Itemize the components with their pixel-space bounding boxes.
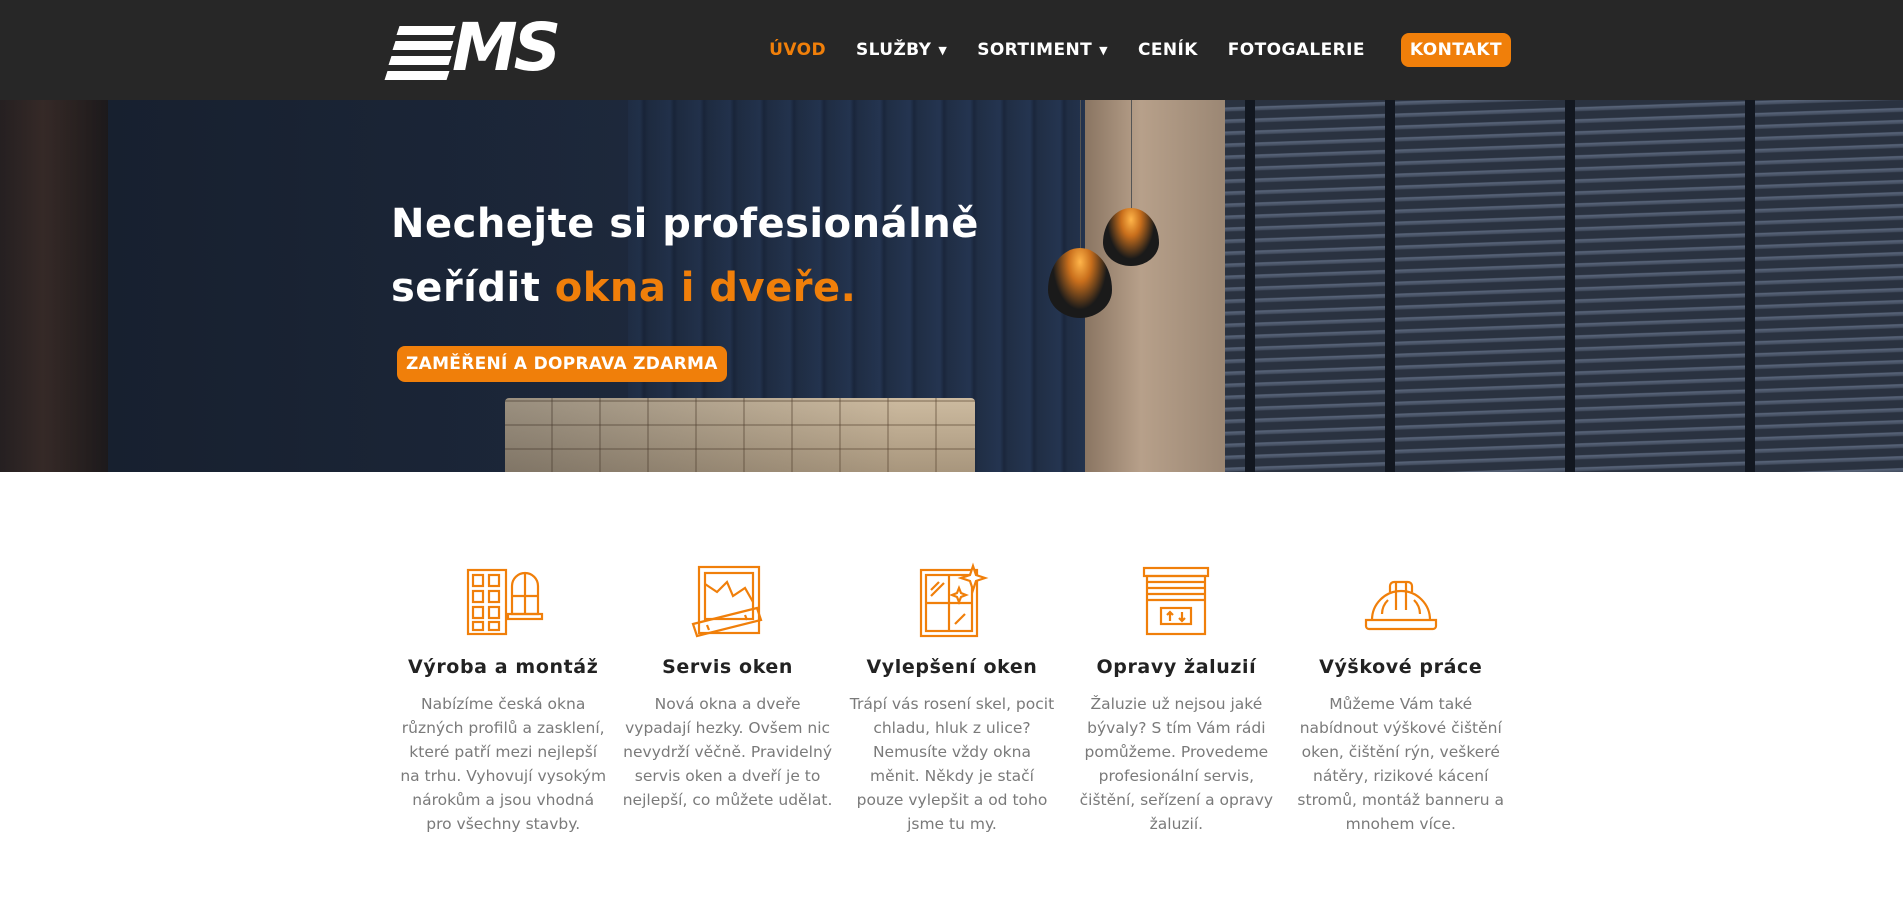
hero-heading-line1: Nechejte si profesionálně [391, 201, 979, 247]
service-card: Vylepšení oken Trápí vás rosení skel, po… [840, 562, 1064, 862]
chevron-down-icon: ▼ [1099, 43, 1108, 57]
logo-stripe [388, 56, 452, 65]
service-card: Opravy žaluzií Žaluzie už nejsou jaké bý… [1064, 562, 1288, 862]
free-measurement-button[interactable]: ZAMĚŘENÍ A DOPRAVA ZDARMA [397, 346, 727, 382]
nav-item-label: CENÍK [1137, 40, 1198, 60]
logo-text: MS [452, 9, 561, 86]
service-card: Výroba a montáž Nabízíme česká okna různ… [391, 562, 615, 862]
blinds-icon [1143, 566, 1210, 636]
window-mullion [1565, 100, 1575, 472]
window-mullion [1745, 100, 1755, 472]
sparkling-window-icon [919, 562, 989, 638]
logo-stripe [396, 26, 456, 35]
logo[interactable]: MS [384, 12, 580, 84]
service-description: Trápí vás rosení skel, pocit chladu, hlu… [849, 695, 1055, 833]
nav-item-cenik[interactable]: CENÍK [1138, 40, 1198, 60]
service-card: Výškové práce Můžeme Vám také nabídnout … [1289, 562, 1513, 862]
hero-background-blinds [1225, 100, 1903, 472]
main-nav: ÚVOD SLUŽBY ▼ SORTIMENT ▼ CENÍK FOTOGALE… [739, 0, 1511, 100]
nav-item-label: ÚVOD [769, 40, 826, 60]
services-section: Výroba a montáž Nabízíme česká okna různ… [391, 562, 1513, 862]
logo-stripe [384, 71, 450, 80]
chevron-down-icon: ▼ [938, 43, 948, 57]
window-mullion [1385, 100, 1395, 472]
service-title: Servis oken [662, 656, 794, 678]
service-title: Výškové práce [1319, 656, 1483, 678]
nav-item-label: SORTIMENT [977, 40, 1093, 60]
hero-heading-prefix: seřídit [391, 265, 555, 311]
window-mullion [1245, 100, 1255, 472]
window-door-icon [467, 568, 544, 636]
service-description: Nová okna a dveře vypadají hezky. Ovšem … [622, 695, 833, 809]
nav-item-label: FOTOGALERIE [1227, 40, 1365, 60]
nav-item-uvod[interactable]: ÚVOD [769, 40, 826, 60]
hero-heading: Nechejte si profesionálně seřídit okna i… [391, 192, 1091, 320]
nav-item-sluzby[interactable]: SLUŽBY ▼ [856, 40, 947, 60]
service-title: Výroba a montáž [408, 656, 599, 678]
contact-button[interactable]: KONTAKT [1400, 33, 1511, 67]
hard-hat-icon [1364, 580, 1437, 631]
lamp-cord [1131, 100, 1132, 210]
nav-item-sortiment[interactable]: SORTIMENT ▼ [977, 40, 1108, 60]
service-description: Žaluzie už nejsou jaké bývaly? S tím Vám… [1079, 695, 1274, 833]
service-title: Opravy žaluzií [1096, 656, 1257, 678]
service-description: Nabízíme česká okna různých profilů a za… [400, 695, 607, 833]
service-description: Můžeme Vám také nabídnout výškové čištěn… [1297, 695, 1505, 833]
hero-heading-line2: seřídit okna i dveře. [391, 256, 1091, 320]
site-header: MS ÚVOD SLUŽBY ▼ SORTIMENT ▼ CENÍK FOTOG… [0, 0, 1903, 100]
service-card: Servis oken Nová okna a dveře vypadají h… [615, 562, 839, 862]
nav-item-fotogalerie[interactable]: FOTOGALERIE [1228, 40, 1365, 60]
logo-stripe [392, 41, 454, 50]
nav-item-label: SLUŽBY [855, 40, 932, 60]
hero-heading-accent: okna i dveře. [554, 265, 857, 311]
broken-window-icon [691, 565, 762, 638]
service-title: Vylepšení oken [866, 656, 1038, 678]
